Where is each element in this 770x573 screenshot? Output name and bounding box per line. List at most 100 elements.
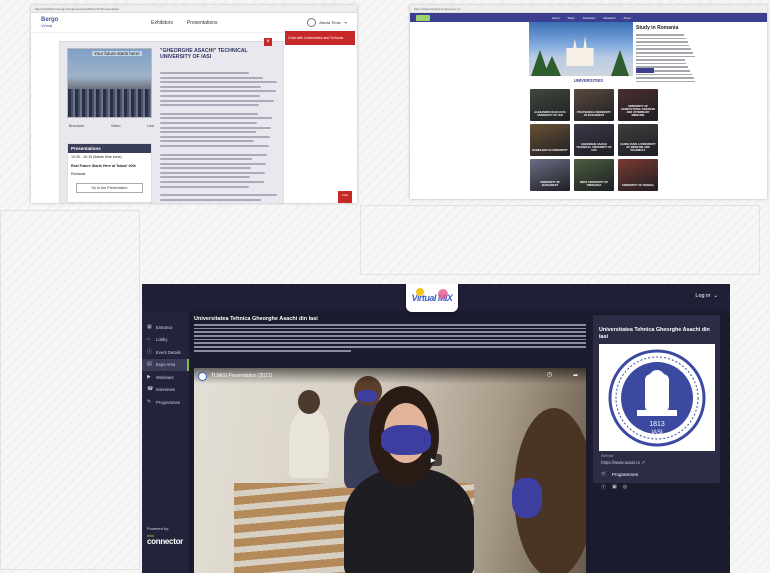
sidebar: ▦ Entrance ⌂ Lobby ⓘ Event Details ▤ Expo Area ▶… [142,311,189,573]
background-sketch [0,210,140,570]
event-logo[interactable]: Virtual MIX [406,284,458,312]
website-link[interactable]: https://www.tuiasi.ro ↗ [601,460,645,466]
user-menu[interactable]: Alexia Timic ⇥ [307,18,347,27]
sidebar-item-icon: ☎ [147,386,154,393]
top-navigation: Home Study Admission Research About [410,13,767,22]
sidebar-item-label: Programmes [156,399,180,405]
presentation-name: Real Future Starts Here at Tuiasi! 20th [71,163,136,168]
instagram-icon[interactable]: ◎ [623,484,627,491]
linkedin-icon[interactable]: ▣ [612,484,617,491]
top-navigation: Bergo Virtual Exhibitors Presentations Al… [31,13,357,33]
powered-by-label: Powered by: [147,526,170,531]
exhibitor-title: "GHEORGHE ASACHI" TECHNICAL UNIVERSITY O… [160,48,248,61]
login-button[interactable]: Log in ⌄ [695,293,718,299]
seal-city: IASI [651,430,663,436]
exhibitor-photo: Your future starts here! [67,48,152,118]
nav-about[interactable]: About [624,16,631,20]
university-tile[interactable]: Babes-Bolyai University [530,124,570,156]
browser-address-bar[interactable]: https://exhibition.bergo-virtual.events/… [31,5,357,13]
university-tile[interactable]: Alexandru Ioan Cuza University of Iasi [530,89,570,121]
sidebar-item-icon: ⓘ [147,348,153,355]
play-button[interactable]: ▶ [424,454,442,466]
sidebar-item-icon: ▦ [147,323,152,330]
sidebar-item-event-details[interactable]: ⓘ Event Details [142,346,189,359]
exhibitor-panel: Universitatea Tehnica Gheorghe Asachi di… [593,315,720,483]
sidebar-item-expo-area[interactable]: ▤ Expo Area [142,358,189,371]
sidebar-item-label: Lobby [156,337,168,343]
photo-caption: Your future starts here! [92,51,142,56]
university-tile[interactable]: Carol Davila University of Medicine and … [618,124,658,156]
sidebar-item-icon: ▤ [147,361,152,368]
nav-presentations[interactable]: Presentations [187,20,218,26]
university-tile[interactable]: West University of Timisoara [574,159,614,191]
brochure-link[interactable]: Brochure [69,124,84,128]
share-icon[interactable]: ➦ [573,372,578,379]
close-icon[interactable]: × [264,38,272,46]
sidebar-item-label: Interviews [156,387,175,393]
website-link[interactable]: Link [147,124,154,128]
video-link[interactable]: Video [111,124,121,128]
site-logo[interactable] [416,14,430,21]
university-tile-label: Politehnica University of Bucharest [577,111,611,117]
university-tile-label: Alexandru Ioan Cuza University of Iasi [534,111,566,117]
university-tile[interactable]: University of Agricultural Sciences and … [618,89,658,121]
exhibitor-description [194,324,586,354]
chevron-down-icon: ⌄ [713,293,718,299]
sidebar-item-interviews[interactable]: ☎ Interviews [142,384,189,397]
seal-year: 1813 [649,421,665,428]
presentation-place: Romania [71,172,86,176]
exhibitor-description [160,72,278,202]
site-logo[interactable]: Bergo Virtual [41,17,121,29]
connector-logo[interactable]: mix connector [147,533,183,546]
sidebar-item-lobby[interactable]: ⌂ Lobby [142,334,189,347]
sidebar-item-label: Event Details [156,349,181,355]
exhibitor-page-screenshot: https://exhibition.bergo-virtual.events/… [31,5,357,203]
website-label: Website [601,454,614,458]
read-more-button[interactable] [636,68,654,73]
nav-study[interactable]: Study [567,16,574,20]
chat-universities-button[interactable]: Chat with Universities and Schools [285,31,355,45]
presentation-time: 10:30 - 10:15 (Italian time zone) [71,155,122,159]
virtual-fair-screenshot: Virtual MIX Log in ⌄ ▦ Entrance ⌂ Lobby ⓘ Even… [142,284,730,573]
university-tile[interactable]: Politehnica University of Bucharest [574,89,614,121]
presentations-box: Presentations 10:30 - 10:15 (Italian tim… [67,143,152,203]
panel-title: Universitatea Tehnica Gheorghe Asachi di… [599,327,710,340]
sidebar-item-webinars[interactable]: ▶ Webinars [142,371,189,384]
avatar-icon [307,18,317,27]
university-tile[interactable]: University of Bucharest [530,159,570,191]
seal-graphic: 1813 IASI [608,349,706,446]
sidebar-item-entrance[interactable]: ▦ Entrance [142,321,189,334]
video-title-bar: TUIASI Presentation (2021) ◷ ➦ [194,368,586,384]
nav-admission[interactable]: Admission [583,16,596,20]
sidebar-item-icon: ⌂ [147,336,151,343]
logout-icon: ⇥ [343,20,347,25]
programmes-button[interactable]: 🛒 Programmes [593,471,720,477]
study-in-romania-screenshot: https://www.studyinromania.gov.ro/ Home … [410,5,767,199]
university-seal-logo: 1813 IASI [599,344,715,451]
sidebar-item-label: Entrance [156,324,173,330]
video-player[interactable]: TUIASI Presentation (2021) ◷ ➦ ▶ [194,368,586,573]
hero-image [529,22,633,76]
exhibitor-card: Your future starts here! Brochure Video … [59,41,284,203]
university-tile[interactable]: University of Oradea [618,159,658,191]
url-text: https://www.studyinromania.gov.ro/ [414,6,461,11]
watch-later-icon[interactable]: ◷ [547,371,552,378]
nav-exhibitors[interactable]: Exhibitors [151,20,173,26]
nav-home[interactable]: Home [552,16,559,20]
channel-avatar[interactable] [198,371,207,381]
cart-icon: 🛒 [601,471,607,476]
go-to-presentation-button[interactable]: Go to the Presentation [76,182,143,193]
university-tile-label: West University of Timisoara [579,181,609,187]
chat-side-button[interactable]: Chat [338,191,352,203]
sidebar-item-label: Expo Area [156,362,176,368]
study-title: Study in Romania [636,25,679,31]
browser-address-bar[interactable]: https://www.studyinromania.gov.ro/ [410,5,767,13]
play-icon: ▶ [430,457,436,464]
universities-header: UNIVERSITIES [573,78,604,83]
sidebar-item-icon: ▶ [147,373,151,380]
facebook-icon[interactable]: ⓕ [601,484,606,491]
university-tile[interactable]: Gheorghe Asachi Technical University of … [574,124,614,156]
external-link-icon: ↗ [641,460,645,465]
sidebar-item-programmes[interactable]: ✎ Programmes [142,396,189,409]
nav-research[interactable]: Research [604,16,616,20]
